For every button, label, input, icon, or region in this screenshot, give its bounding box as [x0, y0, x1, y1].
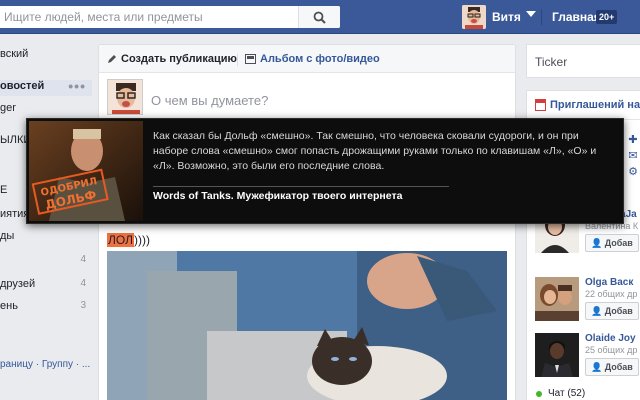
- suggestion-mutual[interactable]: 22 общих др: [585, 289, 637, 299]
- suggestion-mutual[interactable]: 25 общих др: [585, 345, 637, 355]
- tooltip-image: ОДОБРИЛ ДОЛЬФ: [29, 121, 143, 221]
- pencil-icon: [108, 55, 116, 63]
- composer-input[interactable]: О чем вы думаете?: [151, 93, 268, 108]
- search-input[interactable]: [0, 6, 300, 28]
- user-avatar[interactable]: [462, 5, 486, 29]
- left-nav-news-feed[interactable]: овостей •••: [0, 79, 92, 96]
- user-avatar-photo-icon: [462, 5, 486, 29]
- chat-bar[interactable]: Чат (52): [526, 388, 640, 400]
- add-friend-button[interactable]: 👤 Добав: [585, 302, 639, 320]
- home-link[interactable]: Главная: [552, 10, 601, 24]
- calendar-icon: [535, 99, 546, 111]
- cat-laptop-photo-icon: [107, 251, 507, 400]
- couple-photo-icon: [535, 277, 579, 321]
- suggestion-photo[interactable]: [535, 277, 579, 321]
- tooltip-quote: Как сказал бы Дольф «смешно». Так смешно…: [153, 130, 597, 172]
- more-options-icon[interactable]: •••: [68, 79, 86, 93]
- suggestion-photo[interactable]: [535, 333, 579, 377]
- composer-avatar: [107, 79, 143, 115]
- suggestion-name[interactable]: Olaide Joy: [585, 333, 636, 344]
- tab-create-post[interactable]: Создать публикацию: [107, 53, 237, 65]
- topbar-divider: [541, 9, 542, 25]
- suggestion-name[interactable]: Olga Васк: [585, 277, 633, 288]
- composer-avatar-photo-icon: [108, 80, 142, 114]
- add-friend-button[interactable]: 👤 Добав: [585, 234, 639, 252]
- person-photo-icon: [535, 333, 579, 377]
- user-name-link[interactable]: Витя: [492, 10, 521, 24]
- search-button[interactable]: [298, 6, 340, 28]
- dolph-promo-image-icon: ОДОБРИЛ ДОЛЬФ: [29, 121, 143, 221]
- tooltip-divider: [153, 186, 449, 187]
- top-bar: Витя Главная 20+: [0, 0, 640, 34]
- left-nav-on-this-day[interactable]: ень 3: [0, 300, 92, 316]
- side-action-icons: ✚ ✉ ⚙: [625, 133, 640, 181]
- left-nav-profile[interactable]: вский: [0, 48, 92, 64]
- tooltip-brand[interactable]: Words of Tanks. Мужефикатор твоего интер…: [153, 190, 402, 202]
- composer-tab-separator: [237, 54, 238, 66]
- account-menu-caret-icon[interactable]: [526, 11, 536, 17]
- left-nav-messenger[interactable]: ger: [0, 102, 92, 118]
- photo-album-icon: [245, 54, 256, 64]
- composer-tabs: Создать публикацию Альбом с фото/видео: [99, 45, 515, 73]
- post-photo[interactable]: [107, 251, 507, 400]
- left-nav-groups[interactable]: ды: [0, 230, 92, 246]
- friend-icon[interactable]: ✚: [625, 133, 640, 149]
- tab-photo-album[interactable]: Альбом с фото/видео: [245, 53, 380, 65]
- ticker-panel[interactable]: Ticker: [526, 44, 640, 78]
- feed-post: ЛОЛ)))): [98, 200, 516, 400]
- search-icon: [313, 11, 326, 24]
- add-friend-button[interactable]: 👤 Добав: [585, 358, 639, 376]
- left-nav-create-links[interactable]: раницу · Группу · ...: [0, 358, 92, 372]
- friend-suggestion: Olaide Joy 25 общих др 👤 Добав: [535, 333, 640, 379]
- left-nav-friend-lists[interactable]: друзей 4: [0, 278, 92, 294]
- search-box: [0, 6, 340, 28]
- left-nav-item-blank[interactable]: 4: [0, 254, 92, 270]
- event-invites-link[interactable]: Приглашений на м: [535, 99, 640, 111]
- ticker-label: Ticker: [535, 55, 568, 69]
- settings-icon[interactable]: ⚙: [625, 165, 640, 181]
- extension-tooltip: ОДОБРИЛ ДОЛЬФ Как сказал бы Дольф «смешн…: [26, 118, 624, 224]
- online-status-icon: [536, 391, 542, 397]
- message-icon[interactable]: ✉: [625, 149, 640, 165]
- post-text-highlight[interactable]: ЛОЛ: [107, 233, 134, 247]
- friend-suggestion: Olga Васк 22 общих др 👤 Добав: [535, 277, 640, 323]
- chat-label: Чат (52): [548, 388, 586, 399]
- post-text: ЛОЛ)))): [107, 233, 150, 247]
- post-text-suffix: )))): [133, 233, 150, 247]
- home-badge: 20+: [596, 10, 618, 24]
